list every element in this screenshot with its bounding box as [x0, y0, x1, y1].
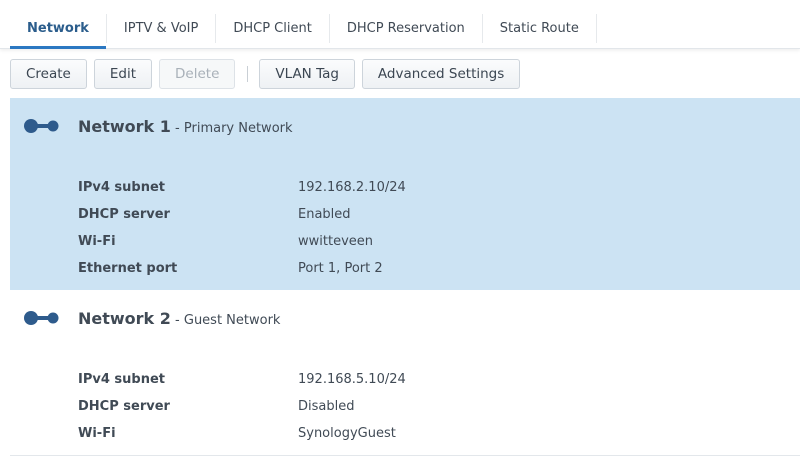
tab-bar: Network IPTV & VoIP DHCP Client DHCP Res…	[0, 0, 800, 49]
detail-label: Wi-Fi	[78, 234, 116, 249]
detail-value: SynologyGuest	[298, 426, 396, 441]
toolbar-divider	[247, 66, 249, 82]
network-name: Network 1	[78, 117, 171, 136]
tab-dhcp-reservation[interactable]: DHCP Reservation	[330, 14, 483, 43]
detail-label: Wi-Fi	[78, 426, 116, 441]
advanced-settings-button[interactable]: Advanced Settings	[361, 59, 521, 89]
tabs: Network IPTV & VoIP DHCP Client DHCP Res…	[10, 14, 597, 49]
network-description: - Primary Network	[175, 121, 293, 136]
detail-row: IPv4 subnet 192.168.2.10/24	[78, 174, 406, 201]
network-name: Network 2	[78, 309, 171, 328]
detail-row: Wi-Fi SynologyGuest	[78, 420, 406, 447]
network-connection-icon	[24, 311, 59, 325]
detail-row: Wi-Fi wwitteveen	[78, 228, 406, 255]
detail-label: DHCP server	[78, 207, 170, 222]
detail-value: 192.168.2.10/24	[298, 180, 406, 195]
network-title: Network 2 - Guest Network	[78, 309, 280, 328]
detail-label: DHCP server	[78, 399, 170, 414]
network-item-2[interactable]: Network 2 - Guest Network IPv4 subnet 19…	[10, 290, 800, 456]
network-item-1[interactable]: Network 1 - Primary Network IPv4 subnet …	[10, 98, 800, 290]
detail-label: IPv4 subnet	[78, 180, 165, 195]
detail-row: Ethernet port Port 1, Port 2	[78, 255, 406, 282]
detail-value: Disabled	[298, 399, 355, 414]
detail-label: IPv4 subnet	[78, 372, 165, 387]
network-list: Network 1 - Primary Network IPv4 subnet …	[10, 98, 800, 456]
toolbar: Create Edit Delete VLAN Tag Advanced Set…	[10, 59, 527, 89]
tab-network[interactable]: Network	[10, 14, 107, 49]
detail-value: 192.168.5.10/24	[298, 372, 406, 387]
detail-row: DHCP server Disabled	[78, 393, 406, 420]
vlan-tag-button[interactable]: VLAN Tag	[259, 59, 355, 89]
tab-static-route[interactable]: Static Route	[483, 14, 597, 43]
detail-row: IPv4 subnet 192.168.5.10/24	[78, 366, 406, 393]
detail-value: Enabled	[298, 207, 351, 222]
network-details: IPv4 subnet 192.168.2.10/24 DHCP server …	[78, 174, 406, 282]
edit-button[interactable]: Edit	[93, 59, 153, 89]
delete-button[interactable]: Delete	[159, 59, 236, 89]
detail-label: Ethernet port	[78, 261, 178, 276]
network-description: - Guest Network	[175, 313, 281, 328]
network-connection-icon	[24, 119, 59, 133]
tab-iptv-voip[interactable]: IPTV & VoIP	[107, 14, 217, 43]
detail-value: wwitteveen	[298, 234, 373, 249]
tab-dhcp-client[interactable]: DHCP Client	[216, 14, 330, 43]
network-details: IPv4 subnet 192.168.5.10/24 DHCP server …	[78, 366, 406, 447]
detail-row: DHCP server Enabled	[78, 201, 406, 228]
network-title: Network 1 - Primary Network	[78, 117, 293, 136]
create-button[interactable]: Create	[10, 59, 87, 89]
detail-value: Port 1, Port 2	[298, 261, 383, 276]
